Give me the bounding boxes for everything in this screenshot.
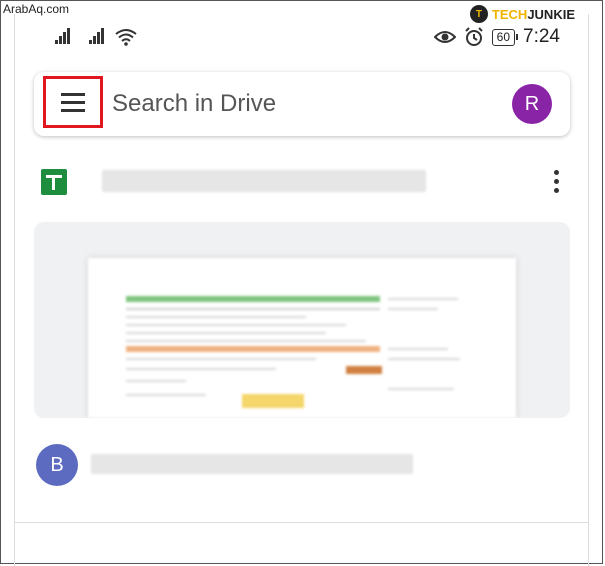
sharer-name-blurred: [91, 454, 413, 474]
status-right: 60 7:24: [433, 26, 560, 48]
status-bar: 60 7:24: [0, 22, 605, 56]
watermark-logo: T TECHJUNKIE: [469, 5, 575, 23]
google-sheets-icon: [41, 169, 67, 195]
brand-junkie: JUNKIE: [527, 6, 575, 22]
alarm-icon: [464, 27, 483, 46]
signal-icon: [89, 28, 107, 44]
more-vert-icon[interactable]: [554, 170, 560, 193]
signal-icon: [55, 28, 73, 44]
sharer-avatar[interactable]: B: [36, 444, 78, 486]
watermark-left: ArabAq.com: [3, 2, 70, 16]
account-avatar[interactable]: R: [512, 84, 552, 124]
file-row[interactable]: [34, 160, 570, 204]
eye-icon: [433, 31, 456, 43]
brand-tech: TECH: [491, 6, 528, 22]
file-name-blurred: [102, 170, 426, 192]
file-preview[interactable]: [34, 222, 570, 418]
sheet-thumbnail: [88, 258, 516, 418]
battery-icon: 60: [491, 28, 519, 46]
search-input[interactable]: Search in Drive: [112, 90, 276, 118]
clock-time: 7:24: [523, 26, 560, 47]
techjunkie-logo-icon: T: [469, 5, 488, 23]
shared-by-row[interactable]: B: [34, 442, 570, 492]
hamburger-menu-icon[interactable]: [43, 76, 103, 128]
search-bar[interactable]: Search in Drive R: [34, 72, 570, 136]
divider: [15, 522, 588, 523]
wifi-icon: [115, 29, 137, 46]
